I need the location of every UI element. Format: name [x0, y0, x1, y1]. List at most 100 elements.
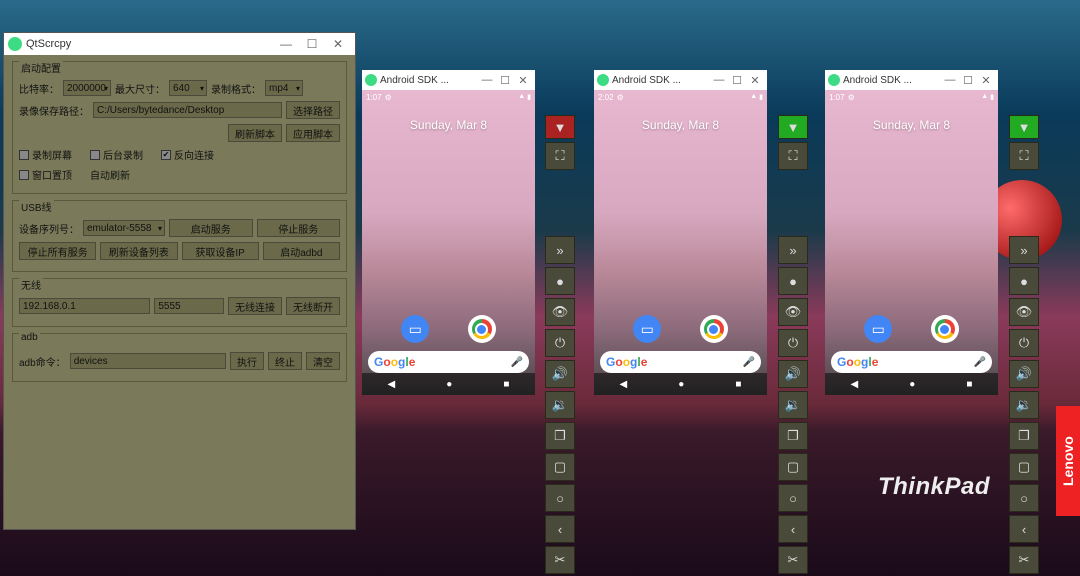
android-titlebar[interactable]: Android SDK ... — ☐ ✕ — [825, 70, 998, 90]
volumeup-button[interactable]: 🔊 — [778, 360, 808, 388]
recordscreen-check[interactable]: 录制屏幕 — [19, 147, 72, 162]
menu-button[interactable]: ▢ — [1009, 453, 1039, 481]
background-check[interactable]: 后台录制 — [90, 147, 143, 162]
home-button[interactable]: ○ — [545, 484, 575, 512]
power-button[interactable]: ⏻ — [545, 329, 575, 357]
getip-button[interactable]: 获取设备IP — [182, 242, 259, 260]
pin-button[interactable]: ▼ — [778, 115, 808, 139]
close-button[interactable]: ✕ — [746, 73, 764, 87]
hide-button[interactable]: 👁 — [545, 298, 575, 326]
startadbd-button[interactable]: 启动adbd — [263, 242, 340, 260]
close-button[interactable]: ✕ — [514, 73, 532, 87]
recordpath-input[interactable]: C:/Users/bytedance/Desktop — [93, 102, 282, 118]
hide-button[interactable]: 👁 — [778, 298, 808, 326]
home-button[interactable]: ○ — [1009, 484, 1039, 512]
android-titlebar[interactable]: Android SDK ... — ☐ ✕ — [594, 70, 767, 90]
minimize-button[interactable]: — — [478, 73, 496, 87]
expand-button[interactable]: » — [778, 236, 808, 264]
back-button[interactable]: ◀ — [620, 379, 628, 390]
screenshot-button[interactable]: ● — [545, 267, 575, 295]
wificonn-button[interactable]: 无线连接 — [228, 297, 282, 315]
messages-app-icon[interactable]: ▭ — [401, 315, 429, 343]
maximize-button[interactable]: ☐ — [496, 73, 514, 87]
minimize-button[interactable]: — — [273, 35, 299, 53]
fullscreen-button[interactable]: ⛶ — [778, 142, 808, 170]
back-button[interactable]: ‹ — [778, 515, 808, 543]
cut-button[interactable]: ✂ — [1009, 546, 1039, 574]
appswitch-button[interactable]: ❐ — [1009, 422, 1039, 450]
mic-icon[interactable]: 🎤 — [511, 357, 523, 368]
android-titlebar[interactable]: Android SDK ... — ☐ ✕ — [362, 70, 535, 90]
refreshscript-button[interactable]: 刷新脚本 — [228, 124, 282, 142]
exec-button[interactable]: 执行 — [230, 352, 264, 370]
qtscrcpy-titlebar[interactable]: QtScrcpy — ☐ ✕ — [4, 33, 355, 55]
mic-icon[interactable]: 🎤 — [974, 357, 986, 368]
screenshot-button[interactable]: ● — [778, 267, 808, 295]
fullscreen-button[interactable]: ⛶ — [1009, 142, 1039, 170]
home-button[interactable]: ● — [678, 379, 684, 390]
selectpath-button[interactable]: 选择路径 — [286, 101, 340, 119]
volumedown-button[interactable]: 🔉 — [778, 391, 808, 419]
adbcmd-input[interactable]: devices — [70, 353, 226, 369]
recent-button[interactable]: ■ — [735, 379, 741, 390]
bitrate-combo[interactable]: 2000000 — [63, 80, 111, 96]
wifidis-button[interactable]: 无线断开 — [286, 297, 340, 315]
back-button[interactable]: ‹ — [545, 515, 575, 543]
phone-screen[interactable]: 1:07 ⚙ ▲▮ Sunday, Mar 8 ▭ Google 🎤 ◀ ● ■ — [825, 90, 998, 395]
volumedown-button[interactable]: 🔉 — [1009, 391, 1039, 419]
expand-button[interactable]: » — [1009, 236, 1039, 264]
minimize-button[interactable]: — — [710, 73, 728, 87]
phone-screen[interactable]: 1:07 ⚙ ▲▮ Sunday, Mar 8 ▭ Google 🎤 ◀ ● ■ — [362, 90, 535, 395]
clear-button[interactable]: 清空 — [306, 352, 340, 370]
format-combo[interactable]: mp4 — [265, 80, 303, 96]
reverse-check[interactable]: ✔反向连接 — [161, 147, 214, 162]
wifiip-input[interactable]: 192.168.0.1 — [19, 298, 150, 314]
menu-button[interactable]: ▢ — [545, 453, 575, 481]
serial-combo[interactable]: emulator-5558 — [83, 220, 165, 236]
menu-button[interactable]: ▢ — [778, 453, 808, 481]
messages-app-icon[interactable]: ▭ — [633, 315, 661, 343]
volumeup-button[interactable]: 🔊 — [1009, 360, 1039, 388]
screenshot-button[interactable]: ● — [1009, 267, 1039, 295]
recent-button[interactable]: ■ — [966, 379, 972, 390]
power-button[interactable]: ⏻ — [1009, 329, 1039, 357]
pin-button[interactable]: ▼ — [1009, 115, 1039, 139]
appswitch-button[interactable]: ❐ — [778, 422, 808, 450]
back-button[interactable]: ◀ — [388, 379, 396, 390]
wifiport-input[interactable]: 5555 — [154, 298, 224, 314]
appswitch-button[interactable]: ❐ — [545, 422, 575, 450]
cut-button[interactable]: ✂ — [545, 546, 575, 574]
volumedown-button[interactable]: 🔉 — [545, 391, 575, 419]
stop-button[interactable]: 终止 — [268, 352, 302, 370]
maximize-button[interactable]: ☐ — [728, 73, 746, 87]
chrome-app-icon[interactable] — [700, 315, 728, 343]
fullscreen-button[interactable]: ⛶ — [545, 142, 575, 170]
back-button[interactable]: ‹ — [1009, 515, 1039, 543]
home-button[interactable]: ● — [446, 379, 452, 390]
pin-button[interactable]: ▼ — [545, 115, 575, 139]
autoupdate-check[interactable]: 自动刷新 — [90, 167, 130, 182]
google-search-bar[interactable]: Google 🎤 — [600, 351, 761, 373]
back-button[interactable]: ◀ — [851, 379, 859, 390]
applyscript-button[interactable]: 应用脚本 — [286, 124, 340, 142]
startserv-button[interactable]: 启动服务 — [169, 219, 253, 237]
home-button[interactable]: ○ — [778, 484, 808, 512]
windowtop-check[interactable]: 窗口置顶 — [19, 167, 72, 182]
stopserv-button[interactable]: 停止服务 — [257, 219, 341, 237]
close-button[interactable]: ✕ — [325, 35, 351, 53]
google-search-bar[interactable]: Google 🎤 — [368, 351, 529, 373]
volumeup-button[interactable]: 🔊 — [545, 360, 575, 388]
cut-button[interactable]: ✂ — [778, 546, 808, 574]
expand-button[interactable]: » — [545, 236, 575, 264]
home-button[interactable]: ● — [909, 379, 915, 390]
maximize-button[interactable]: ☐ — [959, 73, 977, 87]
hide-button[interactable]: 👁 — [1009, 298, 1039, 326]
power-button[interactable]: ⏻ — [778, 329, 808, 357]
minimize-button[interactable]: — — [941, 73, 959, 87]
stopall-button[interactable]: 停止所有服务 — [19, 242, 96, 260]
messages-app-icon[interactable]: ▭ — [864, 315, 892, 343]
recent-button[interactable]: ■ — [503, 379, 509, 390]
chrome-app-icon[interactable] — [931, 315, 959, 343]
close-button[interactable]: ✕ — [977, 73, 995, 87]
refreshdev-button[interactable]: 刷新设备列表 — [100, 242, 177, 260]
